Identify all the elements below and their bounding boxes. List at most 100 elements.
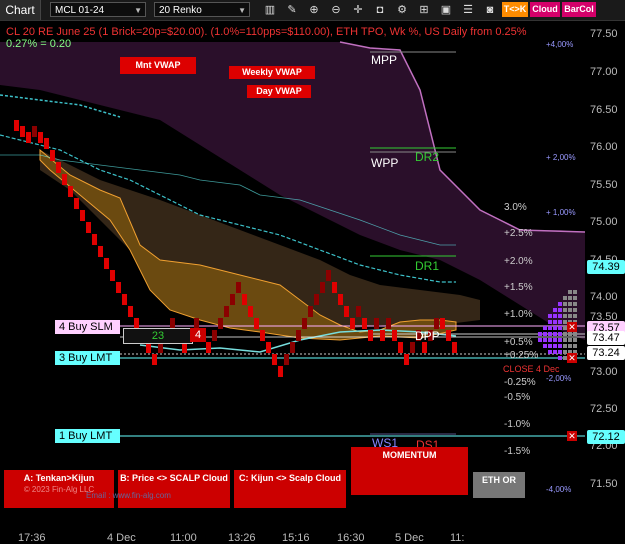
mid-price-tag: 73.47 xyxy=(587,331,625,345)
renko-brick xyxy=(122,294,127,305)
tpo-block xyxy=(548,320,552,324)
day-vwap-label: Day VWAP xyxy=(247,85,311,98)
renko-brick xyxy=(206,342,211,353)
tpo-block xyxy=(568,332,572,336)
renko-brick xyxy=(32,126,37,137)
renko-brick xyxy=(326,270,331,281)
tpo-block xyxy=(543,344,547,348)
renko-brick xyxy=(248,306,253,317)
y-tick: 75.50 xyxy=(590,179,618,191)
renko-brick xyxy=(80,210,85,221)
settings-icon[interactable]: ⚙ xyxy=(394,2,410,18)
zoom-in-icon[interactable]: ⊕ xyxy=(306,2,322,18)
tpo-block xyxy=(573,296,577,300)
tpo-block xyxy=(568,296,572,300)
kijun-scalp-panel[interactable]: C: Kijun <> Scalp Cloud xyxy=(234,470,346,508)
renko-brick xyxy=(404,354,409,365)
price-chart[interactable]: CL 20 RE June 25 (1 Brick=20p=$20.00). (… xyxy=(0,20,625,544)
tpo-block xyxy=(563,314,567,318)
renko-brick xyxy=(56,162,61,173)
zoom-out-icon[interactable]: ⊖ xyxy=(328,2,344,18)
bars-icon[interactable]: ▥ xyxy=(262,2,278,18)
renko-brick xyxy=(392,330,397,341)
pct-label: +0.5% xyxy=(504,337,533,348)
renko-brick xyxy=(446,330,451,341)
chart-title: Chart xyxy=(0,0,41,20)
x-tick: 13:26 xyxy=(228,532,256,544)
buy-lmt-1-order[interactable]: 1 Buy LMT xyxy=(55,429,120,443)
pct-label: +2.0% xyxy=(504,256,533,267)
buy-lmt-3-order[interactable]: 3 Buy LMT xyxy=(55,351,120,365)
price-scalp-panel[interactable]: B: Price <> SCALP Cloud xyxy=(118,470,230,508)
copyright-label: © 2023 Fin-Alg LLC xyxy=(23,485,95,494)
tenkan-kijun-panel[interactable]: A: Tenkan>Kijun © 2023 Fin-Alg LLC xyxy=(4,470,114,508)
renko-brick xyxy=(68,186,73,197)
tpo-block xyxy=(558,356,562,360)
renko-brick xyxy=(338,294,343,305)
attach-icon[interactable]: ⊞ xyxy=(416,2,432,18)
chevron-down-icon: ▼ xyxy=(134,6,142,15)
current-price-tag: 74.39 xyxy=(587,260,625,274)
tenkan-kijun-label: A: Tenkan>Kijun xyxy=(23,473,95,483)
crosshair-icon[interactable]: ✛ xyxy=(350,2,366,18)
renko-brick xyxy=(272,354,277,365)
x-tick: 11: xyxy=(450,532,465,544)
month-vwap-label: Mnt VWAP xyxy=(120,57,196,74)
tpo-block xyxy=(543,338,547,342)
momentum-panel[interactable]: MOMENTUM xyxy=(351,447,468,495)
chart-toolbar: Chart MCL 01-24 ▼ 20 Renko ▼ ▥ ✎ ⊕ ⊖ ✛ ◘… xyxy=(0,0,625,21)
renko-brick xyxy=(242,294,247,305)
renko-brick xyxy=(410,342,415,353)
buy-slm-order[interactable]: 4 Buy SLM xyxy=(55,320,120,334)
momentum-label: MOMENTUM xyxy=(382,450,437,460)
cloud-toggle[interactable]: Cloud xyxy=(530,2,560,17)
tpo-block xyxy=(558,350,562,354)
pct-label: -0.25% xyxy=(504,377,536,388)
eth-or-panel[interactable]: ETH OR xyxy=(473,472,525,498)
pencil-icon[interactable]: ✎ xyxy=(284,2,300,18)
renko-brick xyxy=(116,282,121,293)
screenshot-icon[interactable]: ◘ xyxy=(372,2,388,18)
close-icon[interactable]: ✕ xyxy=(567,353,577,363)
tpo-block xyxy=(543,326,547,330)
renko-brick xyxy=(440,318,445,329)
camera-icon[interactable]: ◙ xyxy=(482,2,498,18)
instrument-selector[interactable]: MCL 01-24 ▼ xyxy=(50,2,146,17)
list-icon[interactable]: ☰ xyxy=(460,2,476,18)
chart-subheader: 0.27% = 0.20 xyxy=(6,38,72,50)
order-qty-box[interactable]: 23 xyxy=(123,328,193,344)
wk-pct-label: + 1,00% xyxy=(546,208,576,217)
renko-brick xyxy=(308,306,313,317)
tpo-block xyxy=(548,338,552,342)
close-icon[interactable]: ✕ xyxy=(567,431,577,441)
y-tick: 72.50 xyxy=(590,403,618,415)
renko-brick xyxy=(38,132,43,143)
close-icon[interactable]: ✕ xyxy=(567,322,577,332)
bar-type-selector[interactable]: 20 Renko ▼ xyxy=(154,2,250,17)
tpo-block xyxy=(553,344,557,348)
barcol-toggle[interactable]: BarCol xyxy=(562,2,596,17)
kijun-scalp-label: C: Kijun <> Scalp Cloud xyxy=(238,473,341,483)
x-tick: 5 Dec xyxy=(395,532,424,544)
tpo-block xyxy=(573,290,577,294)
renko-brick xyxy=(368,330,373,341)
tpo-block xyxy=(568,302,572,306)
tpo-block xyxy=(553,338,557,342)
lock-icon[interactable]: ▣ xyxy=(438,2,454,18)
close-label: CLOSE 4 Dec xyxy=(503,364,560,374)
x-tick: 11:00 xyxy=(170,532,197,544)
y-tick: 73.00 xyxy=(590,366,618,378)
tpo-block xyxy=(573,344,577,348)
renko-brick xyxy=(92,234,97,245)
renko-brick xyxy=(314,294,319,305)
tenkan-kijun-toggle[interactable]: T<>K xyxy=(502,2,528,17)
renko-brick xyxy=(266,342,271,353)
dr2-label: DR2 xyxy=(415,150,440,164)
renko-brick xyxy=(380,330,385,341)
tpo-block xyxy=(563,308,567,312)
renko-brick xyxy=(26,132,31,143)
renko-brick xyxy=(398,342,403,353)
renko-brick xyxy=(344,306,349,317)
order-qty-count[interactable]: 4 xyxy=(190,328,206,342)
tpo-block xyxy=(548,326,552,330)
